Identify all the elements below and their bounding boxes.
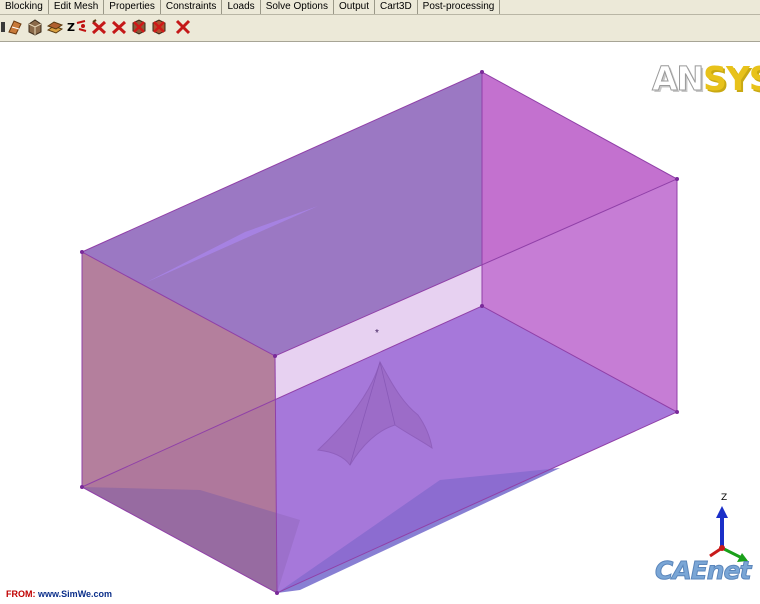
delete-icon[interactable] bbox=[174, 18, 192, 36]
ansys-logo: ANSYS bbox=[651, 59, 760, 98]
center-marker: * bbox=[375, 328, 379, 339]
tab-edit-mesh[interactable]: Edit Mesh bbox=[49, 0, 105, 14]
tab-solve-options[interactable]: Solve Options bbox=[261, 0, 334, 14]
edit-edge-icon[interactable] bbox=[110, 18, 128, 36]
caenet-watermark: CAEnet bbox=[654, 556, 751, 586]
tab-output[interactable]: Output bbox=[334, 0, 375, 14]
z-letter: Z bbox=[67, 21, 75, 34]
transform-blocks-icon[interactable] bbox=[90, 18, 108, 36]
block-model: * bbox=[80, 70, 679, 595]
delete-block-icon[interactable] bbox=[130, 18, 148, 36]
toolbar: Z bbox=[0, 15, 760, 42]
split-block-icon[interactable] bbox=[6, 18, 24, 36]
menu-bar: Blocking Edit Mesh Properties Constraint… bbox=[0, 0, 760, 15]
source-credit: FROM: www.SimWe.com bbox=[6, 589, 113, 599]
tab-properties[interactable]: Properties bbox=[104, 0, 161, 14]
graphics-viewport[interactable]: * bbox=[0, 42, 760, 604]
tab-blocking[interactable]: Blocking bbox=[0, 0, 49, 14]
tab-post-processing[interactable]: Post-processing bbox=[418, 0, 501, 14]
tab-constraints[interactable]: Constraints bbox=[161, 0, 223, 14]
tab-cart3d[interactable]: Cart3D bbox=[375, 0, 418, 14]
tab-loads[interactable]: Loads bbox=[222, 0, 261, 14]
pre-mesh-params-icon[interactable] bbox=[150, 18, 168, 36]
merge-vertices-icon[interactable] bbox=[26, 18, 44, 36]
associate-icon[interactable]: Z bbox=[66, 18, 88, 36]
z-axis-label: Z bbox=[721, 493, 728, 503]
edit-block-icon[interactable] bbox=[46, 18, 64, 36]
